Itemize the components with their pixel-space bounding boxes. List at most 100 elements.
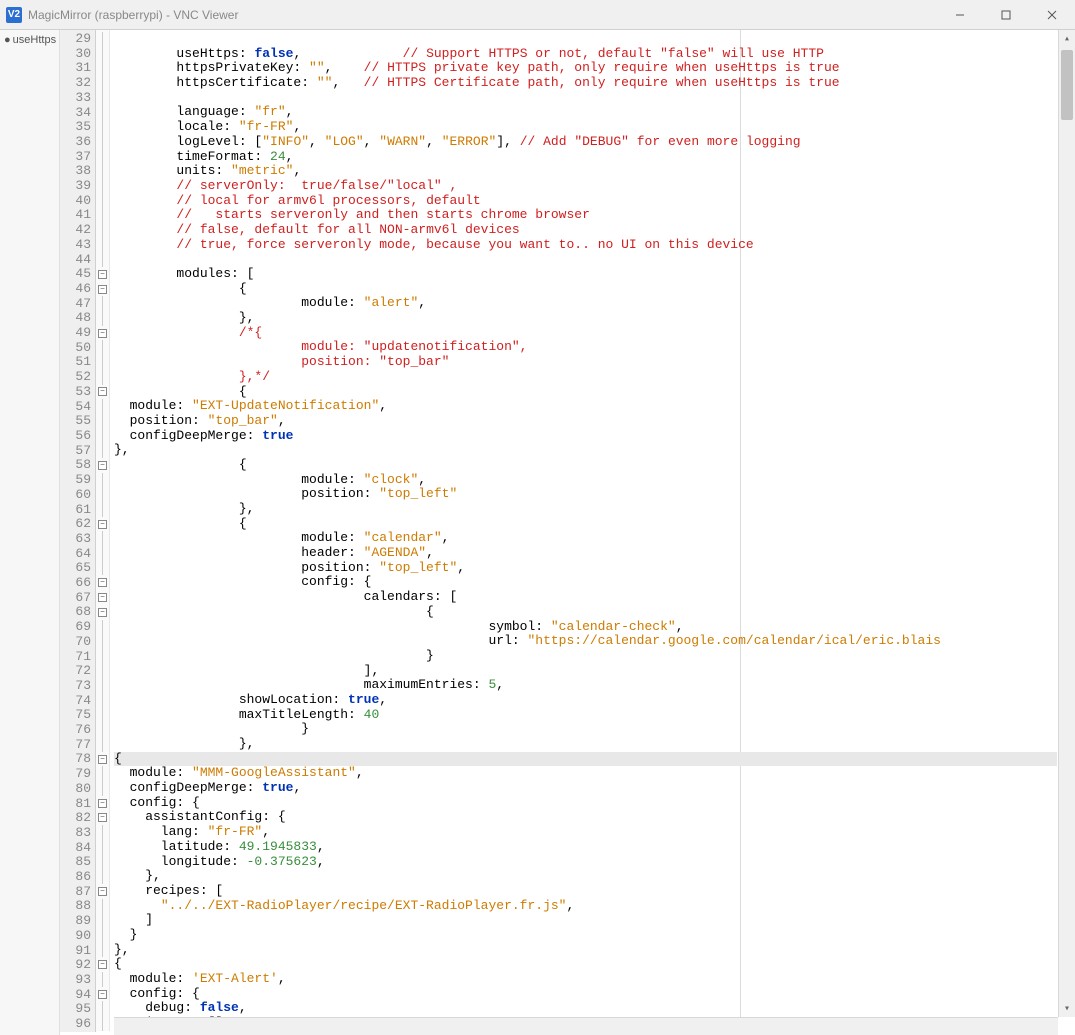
code-line[interactable]: { [114,458,1057,473]
fold-marker[interactable] [96,61,109,76]
fold-marker[interactable] [96,649,109,664]
code-line[interactable]: lang: "fr-FR", [114,825,1057,840]
fold-marker[interactable]: − [96,590,109,605]
fold-marker[interactable] [96,76,109,91]
fold-marker[interactable] [96,311,109,326]
fold-marker[interactable] [96,179,109,194]
code-line[interactable]: module: 'EXT-Alert', [114,972,1057,987]
code-line[interactable] [114,32,1057,47]
fold-marker[interactable] [96,91,109,106]
fold-marker[interactable] [96,194,109,209]
code-line[interactable]: }, [114,943,1057,958]
fold-marker[interactable] [96,135,109,150]
fold-marker[interactable]: − [96,575,109,590]
fold-marker[interactable]: − [96,987,109,1002]
fold-marker[interactable] [96,943,109,958]
fold-marker[interactable]: − [96,326,109,341]
fold-marker[interactable]: − [96,605,109,620]
code-line[interactable]: config: { [114,796,1057,811]
code-line[interactable]: { [114,752,1057,767]
fold-marker[interactable] [96,443,109,458]
fold-marker[interactable] [96,825,109,840]
code-line[interactable]: module: "EXT-UpdateNotification", [114,399,1057,414]
fold-marker[interactable] [96,487,109,502]
fold-marker[interactable] [96,32,109,47]
fold-marker[interactable] [96,502,109,517]
fold-marker[interactable] [96,531,109,546]
code-line[interactable]: calendars: [ [114,590,1057,605]
code-line[interactable]: { [114,957,1057,972]
fold-marker[interactable] [96,429,109,444]
code-line[interactable]: /*{ [114,326,1057,341]
code-line[interactable]: header: "AGENDA", [114,546,1057,561]
scroll-thumb[interactable] [1061,50,1073,120]
code-line[interactable]: ] [114,913,1057,928]
fold-marker[interactable] [96,722,109,737]
code-line[interactable]: language: "fr", [114,105,1057,120]
fold-marker[interactable] [96,399,109,414]
fold-marker[interactable] [96,869,109,884]
close-button[interactable] [1029,0,1075,29]
code-line[interactable]: position: "top_left", [114,561,1057,576]
code-line[interactable]: // false, default for all NON-armv6l dev… [114,223,1057,238]
fold-marker[interactable] [96,708,109,723]
code-line[interactable]: httpsPrivateKey: "", // HTTPS private ke… [114,61,1057,76]
code-line[interactable]: showLocation: true, [114,693,1057,708]
code-line[interactable]: position: "top_bar", [114,414,1057,429]
code-line[interactable]: }, [114,502,1057,517]
fold-marker[interactable] [96,899,109,914]
code-line[interactable]: } [114,928,1057,943]
code-line[interactable]: module: "calendar", [114,531,1057,546]
code-line[interactable] [114,252,1057,267]
code-line[interactable]: maxTitleLength: 40 [114,708,1057,723]
fold-marker[interactable] [96,355,109,370]
fold-marker[interactable] [96,1001,109,1016]
fold-marker[interactable] [96,620,109,635]
code-line[interactable]: module: "clock", [114,473,1057,488]
fold-marker[interactable] [96,1016,109,1031]
fold-marker[interactable] [96,208,109,223]
fold-marker[interactable] [96,664,109,679]
fold-marker[interactable] [96,781,109,796]
code-line[interactable]: }, [114,737,1057,752]
code-line[interactable]: assistantConfig: { [114,810,1057,825]
code-line[interactable]: units: "metric", [114,164,1057,179]
code-line[interactable]: },*/ [114,370,1057,385]
code-line[interactable]: configDeepMerge: true, [114,781,1057,796]
fold-marker[interactable] [96,693,109,708]
code-line[interactable]: } [114,649,1057,664]
fold-marker[interactable] [96,840,109,855]
fold-marker[interactable] [96,678,109,693]
fold-marker[interactable] [96,766,109,781]
fold-marker[interactable]: − [96,796,109,811]
fold-marker[interactable]: − [96,957,109,972]
code-line[interactable]: config: { [114,987,1057,1002]
fold-marker[interactable] [96,634,109,649]
code-line[interactable]: } [114,722,1057,737]
fold-marker[interactable] [96,252,109,267]
code-line[interactable]: { [114,282,1057,297]
fold-marker[interactable] [96,238,109,253]
fold-marker[interactable]: − [96,884,109,899]
code-line[interactable]: "../../EXT-RadioPlayer/recipe/EXT-RadioP… [114,899,1057,914]
fold-marker[interactable] [96,340,109,355]
code-line[interactable]: longitude: -0.375623, [114,855,1057,870]
code-line[interactable]: modules: [ [114,267,1057,282]
fold-marker[interactable] [96,120,109,135]
fold-marker[interactable] [96,546,109,561]
fold-marker[interactable] [96,296,109,311]
fold-marker[interactable] [96,150,109,165]
fold-marker[interactable] [96,737,109,752]
fold-marker[interactable] [96,47,109,62]
code-line[interactable]: // serverOnly: true/false/"local" , [114,179,1057,194]
code-line[interactable]: useHttps: false, // Support HTTPS or not… [114,47,1057,62]
code-line[interactable]: }, [114,869,1057,884]
fold-gutter[interactable]: −−−−−−−−−−−−−−− [96,30,110,1031]
maximize-button[interactable] [983,0,1029,29]
code-line[interactable]: module: "updatenotification", [114,340,1057,355]
fold-marker[interactable] [96,913,109,928]
scroll-down-icon[interactable]: ▾ [1059,1000,1075,1017]
code-line[interactable]: config: { [114,575,1057,590]
code-line[interactable]: }, [114,311,1057,326]
fold-marker[interactable] [96,105,109,120]
